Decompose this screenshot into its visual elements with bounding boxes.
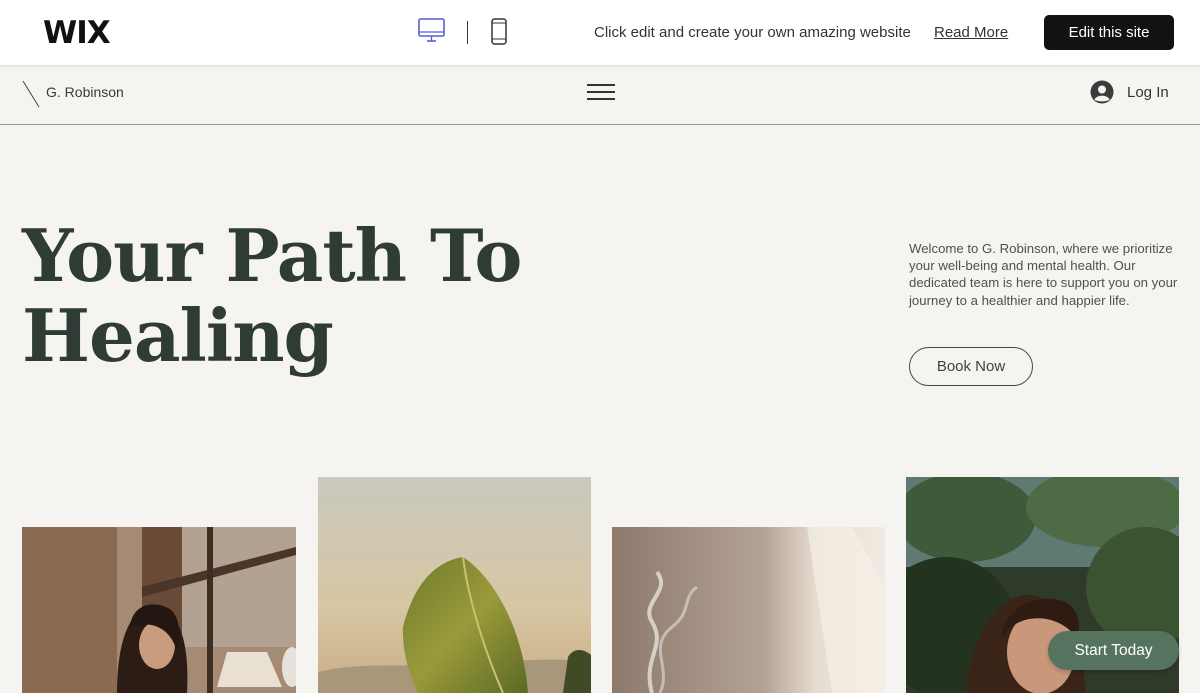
login-button[interactable]: Log In	[1090, 80, 1169, 104]
promo-text: Click edit and create your own amazing w…	[594, 24, 911, 41]
user-avatar-icon	[1090, 80, 1114, 104]
read-more-link[interactable]: Read More	[934, 24, 1008, 41]
start-today-button[interactable]: Start Today	[1048, 631, 1179, 670]
desktop-icon[interactable]	[418, 18, 445, 43]
hamburger-icon[interactable]	[587, 83, 615, 101]
gallery-image-incense-smoke	[612, 527, 885, 693]
login-label: Log In	[1127, 83, 1169, 101]
logo-slash-icon	[22, 80, 40, 108]
mobile-icon[interactable]	[490, 18, 508, 46]
site-name[interactable]: G. Robinson	[46, 84, 124, 100]
wix-top-bar: WIX Click edit and create your own amazi…	[0, 0, 1200, 65]
gallery-image-leaf	[318, 477, 591, 693]
hero-title-line-1: Your Path To	[22, 213, 522, 298]
book-now-button[interactable]: Book Now	[909, 347, 1033, 386]
edit-site-button[interactable]: Edit this site	[1044, 15, 1174, 50]
intro-paragraph: Welcome to G. Robinson, where we priorit…	[909, 241, 1178, 308]
hero-title-line-2: Healing	[22, 293, 334, 378]
site-header: G. Robinson Log In	[0, 65, 1200, 125]
wix-logo[interactable]: WIX	[43, 15, 111, 51]
device-divider	[467, 21, 468, 44]
hero-title: Your Path To Healing	[22, 213, 522, 378]
gallery-image-woman-window	[22, 527, 296, 693]
